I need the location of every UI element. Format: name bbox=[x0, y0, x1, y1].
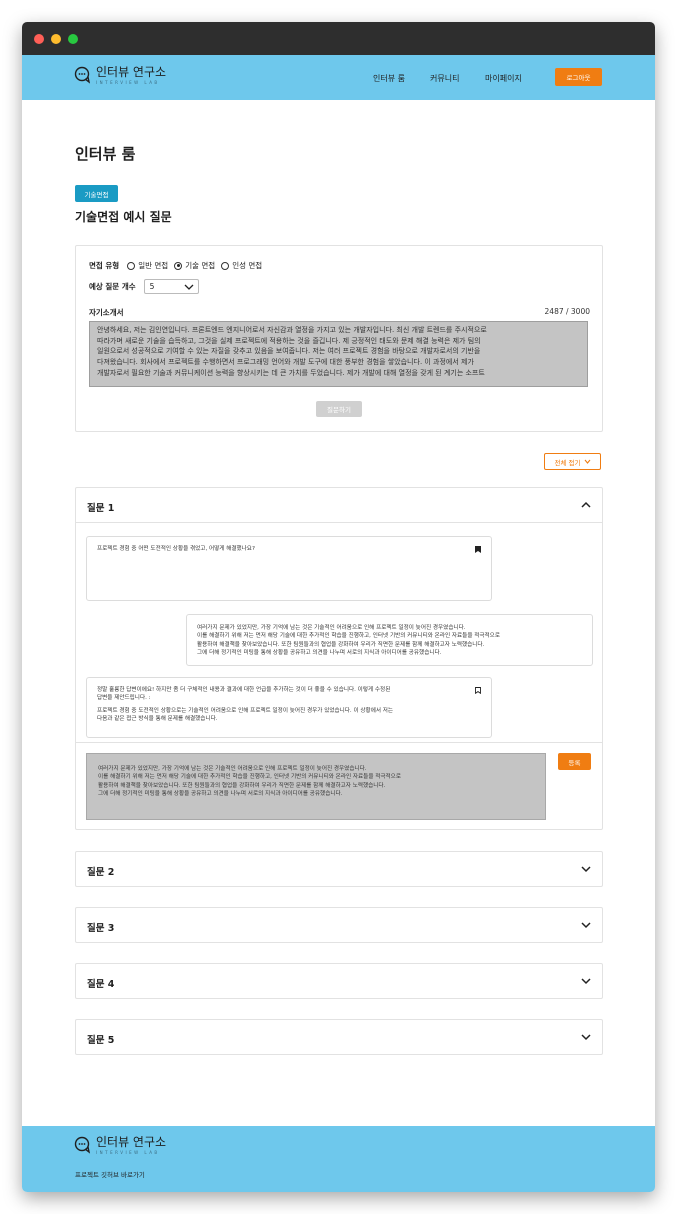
answer-bubble: 여러가지 문제가 있었지만, 가장 기억에 남는 것은 기술적인 어려움으로 인… bbox=[186, 614, 593, 666]
question-count-label: 예상 질문 개수 bbox=[89, 282, 136, 291]
category-badge: 기술면접 bbox=[75, 185, 118, 202]
chevron-down-icon[interactable] bbox=[580, 863, 592, 875]
radio-general[interactable]: 일반 면접 bbox=[127, 260, 168, 271]
bookmark-filled-icon[interactable] bbox=[475, 546, 481, 553]
submit-answer-button[interactable]: 등록 bbox=[558, 753, 591, 770]
radio-button[interactable] bbox=[127, 261, 136, 270]
footer-brand-name: 인터뷰 연구소 bbox=[96, 1135, 167, 1149]
question-4-panel[interactable]: 질문 4 bbox=[75, 963, 603, 999]
chevron-down-icon bbox=[584, 459, 590, 464]
chat-bubble-icon bbox=[74, 1136, 91, 1154]
nav-interview-room[interactable]: 인터뷰 룸 bbox=[373, 73, 405, 84]
question-4-title: 질문 4 bbox=[87, 979, 115, 990]
question-1-header[interactable]: 질문 1 bbox=[76, 488, 602, 523]
site-footer: 인터뷰 연구소 INTERVIEW LAB 프로젝트 깃허브 바로가기 bbox=[22, 1126, 655, 1192]
github-link[interactable]: 프로젝트 깃허브 바로가기 bbox=[75, 1169, 145, 1179]
site-header: 인터뷰 연구소 INTERVIEW LAB 인터뷰 룸 커뮤니티 마이페이지 로… bbox=[22, 55, 655, 100]
question-3-panel[interactable]: 질문 3 bbox=[75, 907, 603, 943]
logout-button[interactable]: 로그아웃 bbox=[555, 68, 602, 86]
chevron-down-icon[interactable] bbox=[580, 975, 592, 987]
answer-input-area: 여러가지 문제가 있었지만, 가장 기억에 남는 것은 기술적인 어려움으로 인… bbox=[76, 742, 602, 830]
window-titlebar bbox=[22, 22, 655, 55]
intro-textarea[interactable]: 안녕하세요, 저는 김인연입니다. 프론트엔드 엔지니어로서 자신감과 열정을 … bbox=[89, 321, 588, 387]
collapse-all-button[interactable]: 전체 접기 bbox=[544, 453, 601, 470]
radio-personality[interactable]: 인성 면접 bbox=[221, 260, 262, 271]
intro-label: 자기소개서 bbox=[89, 308, 124, 317]
question-2-panel[interactable]: 질문 2 bbox=[75, 851, 603, 887]
brand-subtitle: INTERVIEW LAB bbox=[96, 80, 160, 85]
chevron-up-icon[interactable] bbox=[580, 499, 592, 511]
char-count: 2487 / 3000 bbox=[544, 307, 590, 316]
close-window-button[interactable] bbox=[34, 34, 44, 44]
brand-name: 인터뷰 연구소 bbox=[96, 65, 167, 79]
question-5-panel[interactable]: 질문 5 bbox=[75, 1019, 603, 1055]
feedback-bubble: 정말 훌륭한 답변이에요! 하지만 좀 더 구체적인 내용과 결과에 대한 언급… bbox=[86, 677, 492, 738]
bookmark-outline-icon[interactable] bbox=[475, 687, 481, 694]
ask-button[interactable]: 질문하기 bbox=[316, 401, 362, 417]
question-count-row: 예상 질문 개수 5 bbox=[89, 279, 199, 294]
interview-type-label: 면접 유형 bbox=[89, 261, 120, 270]
question-1-title: 질문 1 bbox=[87, 503, 115, 514]
answer-textarea[interactable]: 여러가지 문제가 있었지만, 가장 기억에 남는 것은 기술적인 어려움으로 인… bbox=[86, 753, 546, 820]
nav-mypage[interactable]: 마이페이지 bbox=[485, 73, 522, 84]
question-count-select[interactable]: 5 bbox=[143, 279, 199, 294]
nav-community[interactable]: 커뮤니티 bbox=[430, 73, 459, 84]
question-1-panel: 질문 1 프로젝트 경험 중 어떤 도전적인 상황을 겪었고, 어떻게 해결했나… bbox=[75, 487, 603, 830]
chevron-down-icon[interactable] bbox=[580, 1031, 592, 1043]
browser-window: 인터뷰 연구소 INTERVIEW LAB 인터뷰 룸 커뮤니티 마이페이지 로… bbox=[22, 22, 655, 1192]
page-subtitle: 기술면접 예시 질문 bbox=[75, 210, 172, 224]
maximize-window-button[interactable] bbox=[68, 34, 78, 44]
question-2-title: 질문 2 bbox=[87, 867, 115, 878]
question-bubble: 프로젝트 경험 중 어떤 도전적인 상황을 겪었고, 어떻게 해결했나요? bbox=[86, 536, 492, 601]
radio-technical[interactable]: 기술 면접 bbox=[174, 260, 215, 271]
radio-button[interactable] bbox=[221, 261, 230, 270]
radio-button-selected[interactable] bbox=[174, 261, 183, 270]
chevron-down-icon bbox=[184, 284, 194, 290]
question-5-title: 질문 5 bbox=[87, 1035, 115, 1046]
chat-bubble-icon bbox=[74, 66, 91, 84]
footer-brand-subtitle: INTERVIEW LAB bbox=[96, 1150, 160, 1155]
interview-type-row: 면접 유형 일반 면접 기술 면접 인성 면접 bbox=[89, 260, 268, 271]
chevron-down-icon[interactable] bbox=[580, 919, 592, 931]
minimize-window-button[interactable] bbox=[51, 34, 61, 44]
page-title: 인터뷰 룸 bbox=[75, 145, 136, 163]
question-3-title: 질문 3 bbox=[87, 923, 115, 934]
footer-logo[interactable]: 인터뷰 연구소 INTERVIEW LAB bbox=[74, 1136, 166, 1155]
site-logo[interactable]: 인터뷰 연구소 INTERVIEW LAB bbox=[74, 66, 166, 85]
interview-settings-form: 면접 유형 일반 면접 기술 면접 인성 면접 예상 질문 개수 5 자기소개서… bbox=[75, 245, 603, 432]
